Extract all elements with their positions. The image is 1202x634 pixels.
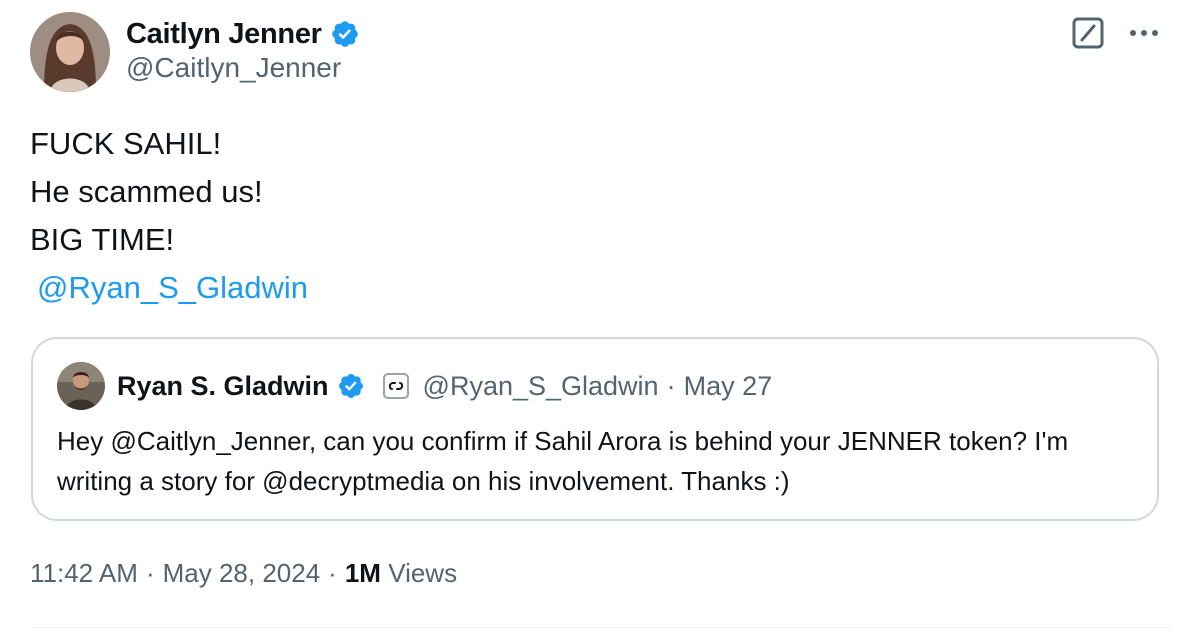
tweet-line: BIG TIME!: [30, 222, 175, 257]
quoted-author-name[interactable]: Ryan S. Gladwin: [117, 371, 329, 402]
grok-icon[interactable]: [1071, 16, 1105, 50]
more-dot-icon: [1130, 30, 1136, 36]
views-stat[interactable]: 1M Views: [345, 558, 457, 589]
tweet-time[interactable]: 11:42 AM: [30, 558, 138, 589]
tweet-line: FUCK SAHIL!: [30, 126, 222, 161]
author-name-row: Caitlyn Jenner: [126, 14, 360, 54]
tweet-text: FUCK SAHIL! He scammed us! BIG TIME! @Ry…: [30, 120, 308, 312]
views-label: Views: [388, 558, 458, 588]
tweet-date[interactable]: May 28, 2024: [163, 558, 321, 589]
verified-badge-icon[interactable]: [330, 19, 360, 49]
more-dot-icon: [1141, 30, 1147, 36]
mention-link[interactable]: @Ryan_S_Gladwin: [37, 270, 308, 305]
quoted-author-avatar[interactable]: [57, 362, 105, 410]
separator-dot: ·: [145, 558, 155, 588]
tweet-line: He scammed us!: [30, 174, 263, 209]
quoted-tweet-card[interactable]: Ryan S. Gladwin @Ryan_S_Gladwin · May 27…: [31, 337, 1159, 521]
author-handle[interactable]: @Caitlyn_Jenner: [126, 52, 341, 84]
views-count: 1M: [344, 558, 381, 588]
separator-dot: ·: [666, 370, 676, 401]
author-display-name[interactable]: Caitlyn Jenner: [126, 18, 322, 51]
quoted-tweet-date[interactable]: May 27: [684, 371, 773, 402]
divider: [30, 627, 1172, 628]
quoted-author-handle[interactable]: @Ryan_S_Gladwin: [423, 371, 659, 402]
quoted-tweet-text: Hey @Caitlyn_Jenner, can you confirm if …: [57, 426, 1069, 496]
more-options-icon[interactable]: [1124, 18, 1164, 48]
quoted-tweet-header: Ryan S. Gladwin @Ryan_S_Gladwin · May 27: [57, 361, 772, 411]
affiliate-badge-icon[interactable]: [382, 373, 409, 399]
separator-dot: ·: [328, 558, 337, 588]
author-avatar[interactable]: [30, 12, 110, 92]
tweet-meta: 11:42 AM · May 28, 2024 · 1M Views: [30, 558, 457, 589]
more-dot-icon: [1152, 30, 1158, 36]
verified-badge-icon[interactable]: [337, 372, 365, 400]
